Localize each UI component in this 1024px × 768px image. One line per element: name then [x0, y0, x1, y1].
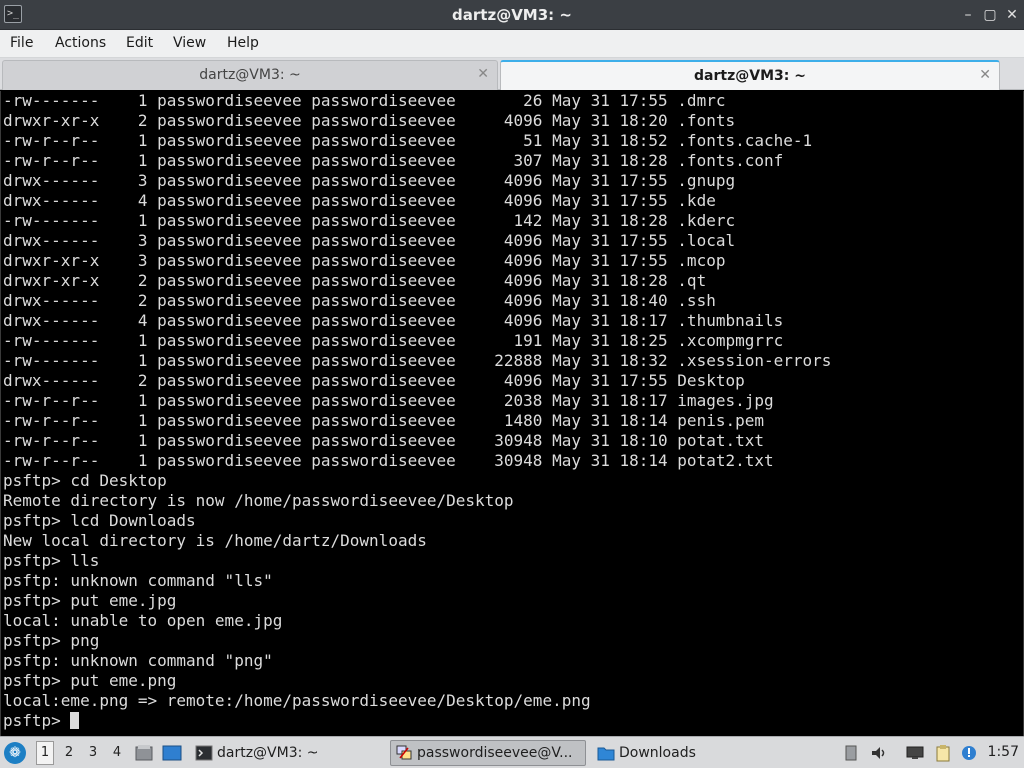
display-icon[interactable]: [906, 744, 924, 762]
menu-edit[interactable]: Edit: [126, 35, 153, 51]
notification-icon[interactable]: [960, 744, 978, 762]
terminal-line: -rw-r--r-- 1 passwordiseevee passwordise…: [3, 411, 764, 430]
terminal-line: drwxr-xr-x 3 passwordiseevee passwordise…: [3, 251, 726, 270]
terminal-line: psftp> put eme.png: [3, 671, 177, 690]
terminal-line: -rw-r--r-- 1 passwordiseevee passwordise…: [3, 131, 813, 150]
workspace-1[interactable]: 1: [36, 741, 54, 765]
menu-actions[interactable]: Actions: [55, 35, 106, 51]
terminal-line: drwx------ 2 passwordiseevee passwordise…: [3, 371, 745, 390]
cursor-block: [70, 712, 80, 729]
terminal-line: -rw-r--r-- 1 passwordiseevee passwordise…: [3, 391, 774, 410]
menu-view[interactable]: View: [173, 35, 206, 51]
terminal-line: -rw-r--r-- 1 passwordiseevee passwordise…: [3, 151, 784, 170]
terminal-line: -rw------- 1 passwordiseevee passwordise…: [3, 91, 726, 110]
clipboard-icon[interactable]: [934, 744, 952, 762]
file-manager-icon[interactable]: [134, 743, 154, 763]
terminal-line: psftp>: [3, 711, 71, 730]
terminal-line: psftp> lcd Downloads: [3, 511, 196, 530]
terminal-output[interactable]: -rw------- 1 passwordiseevee passwordise…: [0, 91, 1024, 736]
terminal-line: local:eme.png => remote:/home/passwordis…: [3, 691, 591, 710]
workspace-3[interactable]: 3: [84, 745, 102, 760]
terminal-line: psftp: unknown command "lls": [3, 571, 273, 590]
tab-bar: dartz@VM3: ~ ✕ dartz@VM3: ~ ✕: [0, 58, 1024, 90]
task-label: dartz@VM3: ~: [217, 745, 319, 761]
start-menu-icon[interactable]: ❁: [4, 742, 26, 764]
terminal-line: psftp> cd Desktop: [3, 471, 167, 490]
tab-close-icon[interactable]: ✕: [477, 66, 489, 82]
terminal-line: psftp> lls: [3, 551, 100, 570]
terminal-cursor: [70, 711, 80, 731]
terminal-line: drwx------ 4 passwordiseevee passwordise…: [3, 191, 716, 210]
maximize-button[interactable]: ▢: [980, 5, 1000, 25]
terminal-icon: [195, 745, 213, 761]
minimize-button[interactable]: –: [958, 5, 978, 25]
terminal-line: -rw------- 1 passwordiseevee passwordise…: [3, 211, 736, 230]
task-putty[interactable]: passwordiseevee@V...: [390, 740, 586, 766]
terminal-line: drwxr-xr-x 2 passwordiseevee passwordise…: [3, 111, 736, 130]
terminal-line: -rw------- 1 passwordiseevee passwordise…: [3, 351, 832, 370]
show-desktop-icon[interactable]: [162, 743, 182, 763]
terminal-line: -rw------- 1 passwordiseevee passwordise…: [3, 331, 784, 350]
workspace-4[interactable]: 4: [108, 745, 126, 760]
task-label: passwordiseevee@V...: [417, 745, 573, 761]
terminal-line: drwx------ 2 passwordiseevee passwordise…: [3, 291, 716, 310]
putty-icon: [396, 745, 412, 760]
task-terminal[interactable]: dartz@VM3: ~: [190, 740, 386, 766]
terminal-line: -rw-r--r-- 1 passwordiseevee passwordise…: [3, 451, 774, 470]
terminal-line: drwx------ 4 passwordiseevee passwordise…: [3, 311, 784, 330]
tab-label: dartz@VM3: ~: [694, 68, 806, 84]
tab-terminal-1[interactable]: dartz@VM3: ~ ✕: [2, 60, 498, 90]
tab-label: dartz@VM3: ~: [199, 67, 301, 83]
terminal-line: psftp> png: [3, 631, 100, 650]
terminal-line: psftp: unknown command "png": [3, 651, 273, 670]
workspace-2[interactable]: 2: [60, 745, 78, 760]
taskbar: ❁ 1 2 3 4 dartz@VM3: ~ passwordiseevee@V…: [0, 736, 1024, 768]
menu-bar: File Actions Edit View Help: [0, 30, 1024, 58]
clock: 1:57: [987, 744, 1019, 760]
folder-icon: [597, 747, 615, 761]
terminal-line: New local directory is /home/dartz/Downl…: [3, 531, 427, 550]
menu-file[interactable]: File: [10, 35, 33, 51]
window-title: dartz@VM3: ~: [452, 6, 572, 24]
close-button[interactable]: ✕: [1002, 5, 1022, 25]
tab-close-icon[interactable]: ✕: [979, 67, 991, 83]
window-titlebar[interactable]: >_ dartz@VM3: ~ – ▢ ✕: [0, 0, 1024, 30]
terminal-line: drwx------ 3 passwordiseevee passwordise…: [3, 171, 736, 190]
volume-icon[interactable]: [870, 744, 888, 762]
terminal-line: drwxr-xr-x 2 passwordiseevee passwordise…: [3, 271, 707, 290]
terminal-line: Remote directory is now /home/passwordis…: [3, 491, 514, 510]
terminal-line: drwx------ 3 passwordiseevee passwordise…: [3, 231, 736, 250]
terminal-line: psftp> put eme.jpg: [3, 591, 177, 610]
terminal-line: -rw-r--r-- 1 passwordiseevee passwordise…: [3, 431, 764, 450]
task-downloads[interactable]: Downloads: [592, 740, 788, 766]
tab-terminal-2[interactable]: dartz@VM3: ~ ✕: [500, 60, 1000, 90]
menu-help[interactable]: Help: [227, 35, 259, 51]
terminal-line: local: unable to open eme.jpg: [3, 611, 283, 630]
task-label: Downloads: [619, 745, 696, 761]
removable-drive-icon[interactable]: [842, 744, 860, 762]
